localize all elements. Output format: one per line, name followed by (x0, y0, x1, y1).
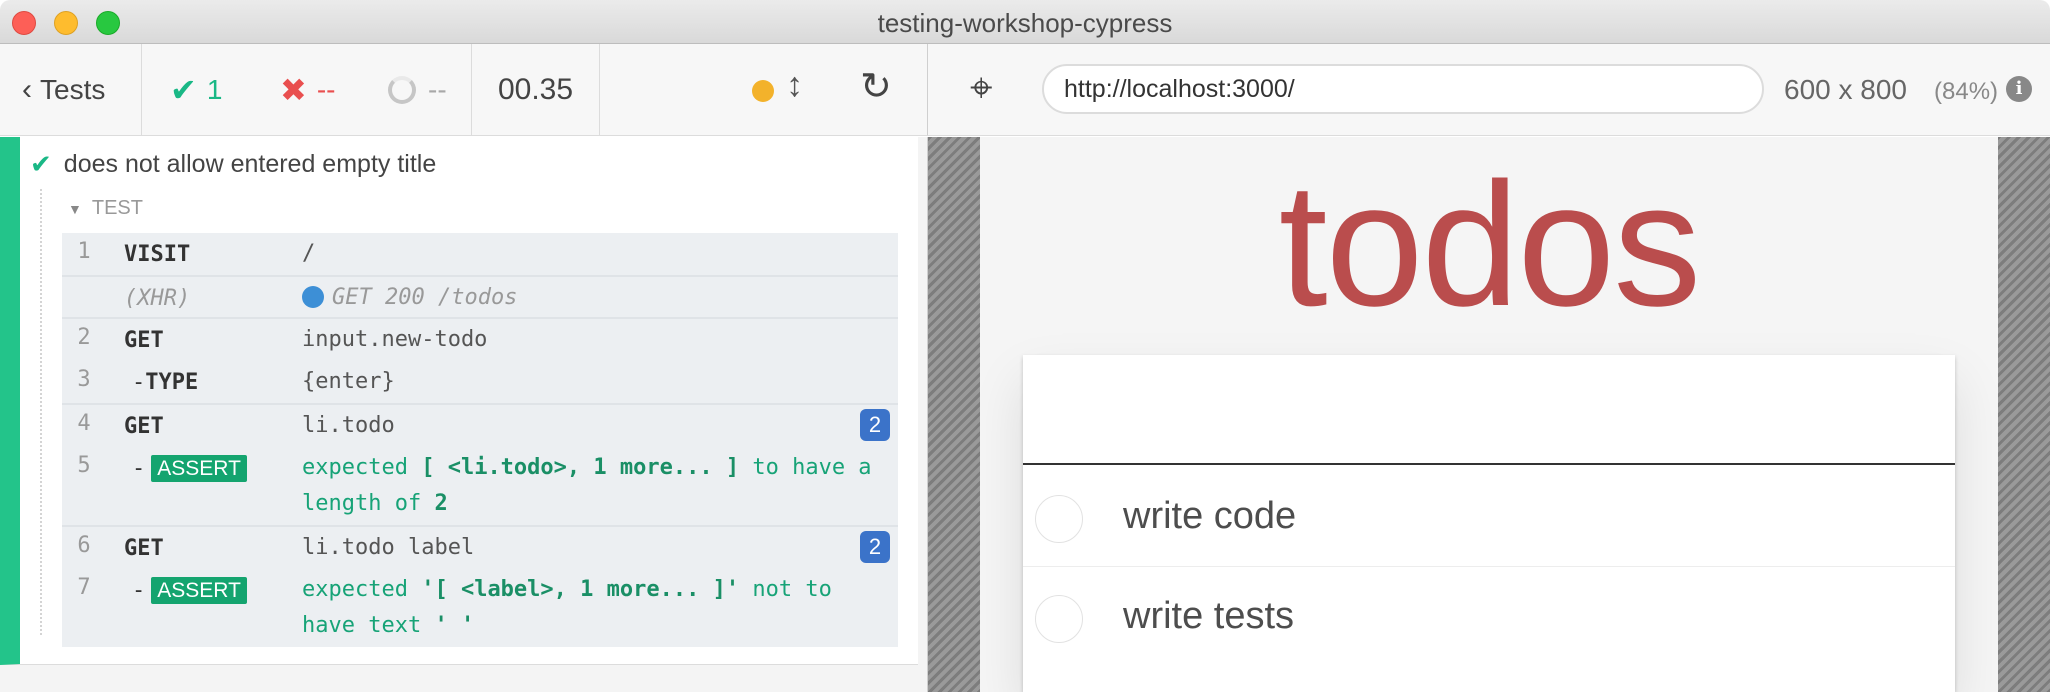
tree-guide-line (40, 189, 42, 635)
xhr-message-text: GET 200 /todos (332, 285, 518, 310)
command-row[interactable]: 3 -TYPE {enter} (62, 361, 898, 403)
command-message: li.todo label (302, 535, 475, 560)
test-title-text: does not allow entered empty title (63, 150, 437, 178)
todo-toggle-checkbox[interactable] (1035, 595, 1083, 643)
command-row[interactable]: (XHR) GET 200 /todos (62, 275, 898, 317)
command-message: / (302, 241, 316, 266)
check-icon: ✔ (170, 72, 197, 108)
test-item[interactable]: ✔ does not allow entered empty title ▼ T… (0, 137, 918, 665)
caret-down-icon: ▼ (68, 200, 82, 217)
todo-label: write tests (1123, 595, 1295, 637)
back-to-tests-button[interactable]: ‹ Tests (0, 44, 142, 136)
chevron-left-icon: ‹ (22, 73, 32, 106)
command-row[interactable]: 5 - ASSERT expected [ <li.todo>, 1 more..… (62, 447, 898, 525)
rerun-tests-button[interactable]: ↻ (860, 68, 892, 106)
command-name: GET (124, 536, 164, 561)
todo-app: write code write tests (1023, 355, 1955, 692)
command-number: 2 (77, 325, 91, 350)
test-section-label: TEST (91, 197, 143, 219)
viewport-size: 600 x 800 (1784, 74, 1907, 105)
element-count-badge: 2 (860, 409, 890, 441)
assertion-message: expected '[ <label>, 1 more... ]' not to… (302, 577, 832, 638)
auto-scroll-toggle-icon[interactable]: ↕ (786, 68, 803, 102)
command-message: li.todo (302, 413, 395, 438)
todo-toggle-checkbox[interactable] (1035, 495, 1083, 543)
command-number: 4 (77, 411, 91, 436)
todo-label: write code (1123, 495, 1297, 537)
app-title: todos (1278, 147, 1702, 343)
window-titlebar: testing-workshop-cypress (0, 0, 2050, 44)
command-message: input.new-todo (302, 327, 488, 352)
command-row[interactable]: 1 VISIT / (62, 233, 898, 275)
assertion-message: expected [ <li.todo>, 1 more... ] to hav… (302, 455, 872, 516)
command-name: GET (124, 328, 164, 353)
todo-item[interactable]: write code (1023, 467, 1955, 567)
failed-stat: ✖ -- (280, 71, 335, 109)
command-name: (XHR) (124, 286, 191, 311)
command-log-panel: ✔ does not allow entered empty title ▼ T… (0, 137, 928, 692)
command-row[interactable]: 2 GET input.new-todo (62, 319, 898, 361)
command-message: GET 200 /todos (302, 280, 892, 316)
running-status-dot (752, 80, 774, 102)
command-name: GET (124, 414, 164, 439)
command-number: 5 (77, 453, 91, 478)
window-title: testing-workshop-cypress (877, 8, 1173, 38)
duration-value: 00.35 (497, 73, 574, 106)
element-count-badge: 2 (860, 531, 890, 563)
xhr-status-dot-icon (302, 286, 324, 308)
failed-count: -- (316, 74, 336, 105)
test-section-toggle[interactable]: ▼ TEST (68, 197, 143, 220)
assert-badge: ASSERT (151, 455, 247, 482)
x-icon: ✖ (280, 72, 307, 108)
tests-label: Tests (40, 74, 106, 105)
app-iframe: todos write code write tests (980, 137, 1998, 692)
pending-count: -- (428, 74, 447, 105)
command-name: -TYPE (132, 370, 199, 395)
command-row[interactable]: 6 GET li.todo label 2 (62, 527, 898, 569)
todo-item[interactable]: write tests (1023, 567, 1955, 667)
passed-count: 1 (206, 74, 223, 105)
check-icon: ✔ (30, 149, 52, 179)
app-preview-area: todos write code write tests (928, 137, 2050, 692)
command-number: 1 (77, 239, 91, 264)
command-row[interactable]: 4 GET li.todo 2 (62, 405, 898, 447)
test-stats: ✔ 1 ✖ -- -- (142, 44, 472, 136)
command-list: 1 VISIT / (XHR) GET 200 /todos 2 GET inp… (62, 233, 898, 647)
runner-header: ‹ Tests ✔ 1 ✖ -- -- 00.35 ↕ ↻ (0, 44, 928, 136)
command-number: 6 (77, 533, 91, 558)
browser-header: ⌖ 600 x 800 (84%) i (928, 44, 2050, 136)
new-todo-input[interactable] (1023, 355, 1955, 465)
pending-spinner-icon (388, 76, 416, 104)
passed-stat: ✔ 1 (170, 71, 222, 109)
command-group: 1 VISIT / (XHR) GET 200 /todos (62, 233, 898, 319)
command-group: 4 GET li.todo 2 5 - ASSERT expected [ <li… (62, 405, 898, 527)
command-group: 2 GET input.new-todo 3 -TYPE {enter} (62, 319, 898, 405)
command-row[interactable]: 7 - ASSERT expected '[ <label>, 1 more...… (62, 569, 898, 647)
viewport-scale: (84%) (1934, 78, 1999, 105)
command-message: {enter} (302, 369, 395, 394)
info-icon[interactable]: i (2006, 76, 2032, 102)
assert-badge: ASSERT (151, 577, 247, 604)
pending-stat: -- (388, 74, 447, 106)
command-number: 3 (77, 367, 91, 392)
duration: 00.35 (472, 44, 600, 136)
command-group: 6 GET li.todo label 2 7 - ASSERT expected… (62, 527, 898, 647)
command-number: 7 (77, 575, 91, 600)
test-title[interactable]: ✔ does not allow entered empty title (30, 149, 436, 180)
url-field[interactable] (1042, 64, 1764, 114)
command-name: VISIT (124, 242, 191, 267)
command-name: - ASSERT (132, 577, 247, 604)
command-name: - ASSERT (132, 455, 247, 482)
selector-playground-crosshair-icon[interactable]: ⌖ (970, 68, 993, 108)
